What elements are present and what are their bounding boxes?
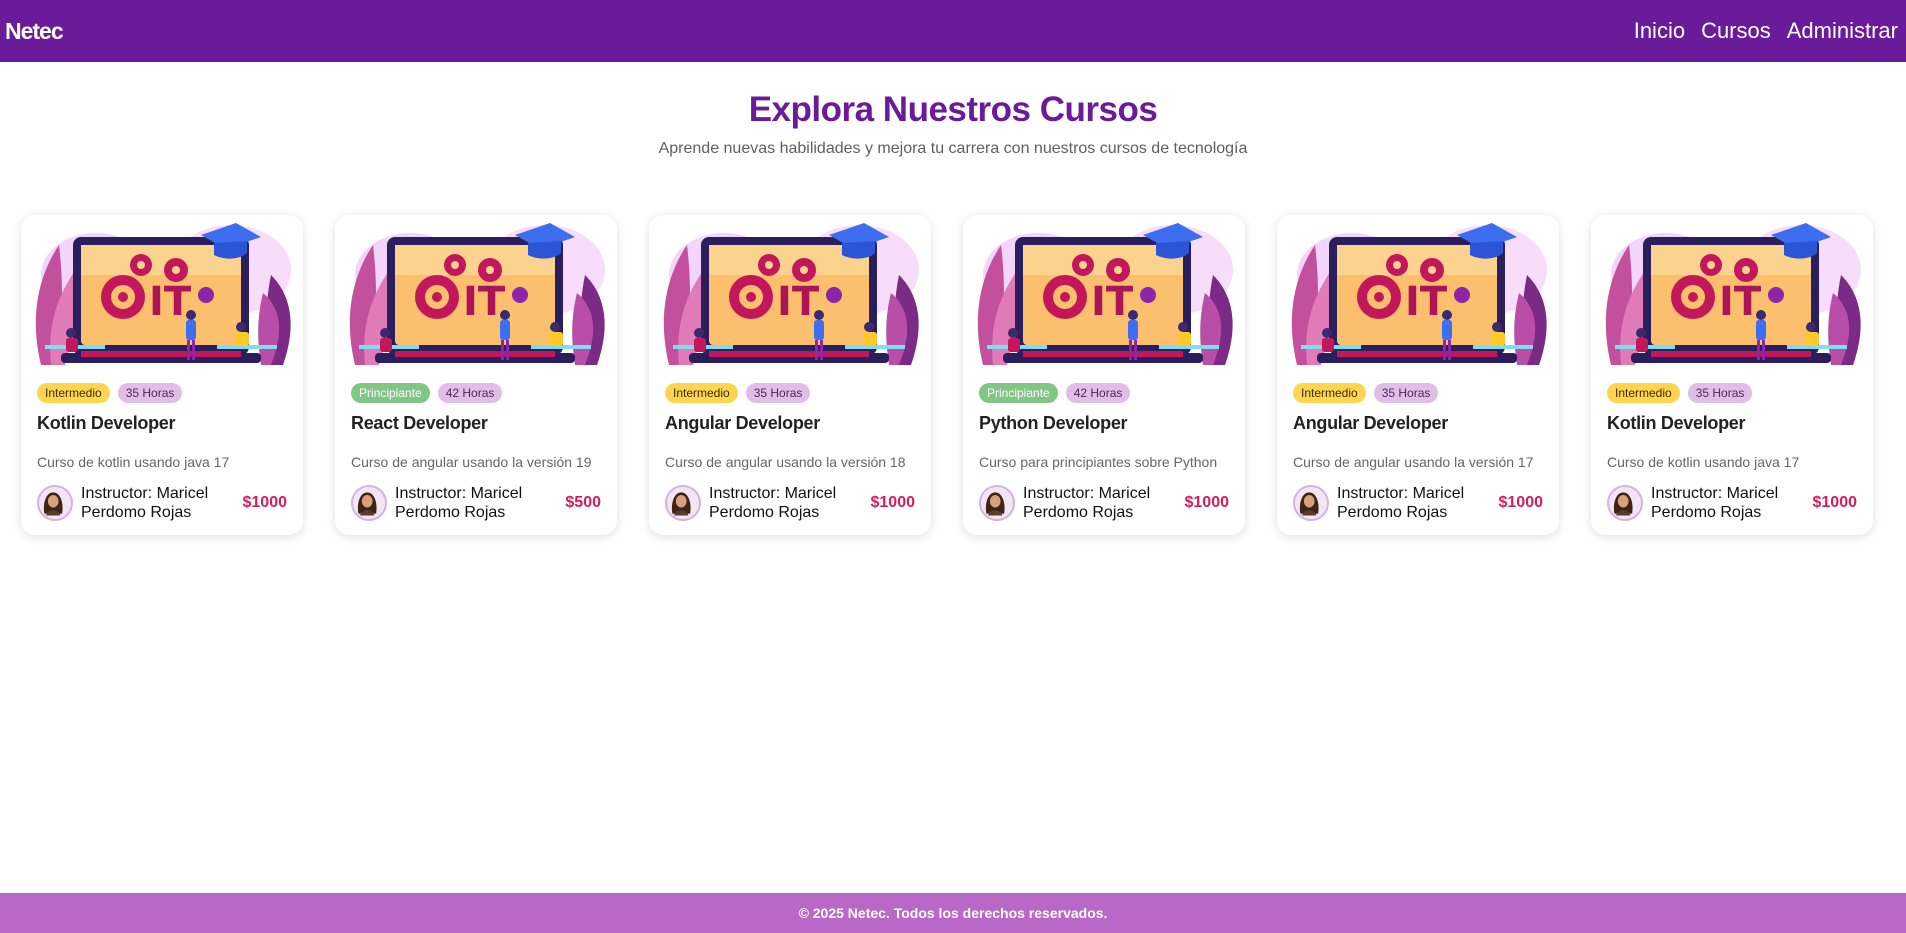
nav-link-inicio[interactable]: Inicio bbox=[1634, 18, 1685, 44]
nav-link-cursos[interactable]: Cursos bbox=[1701, 18, 1771, 44]
level-badge: Principiante bbox=[351, 383, 430, 403]
course-grid: IT Intermedio 35 Horas Kotlin Developer … bbox=[21, 215, 1891, 535]
course-card-5[interactable]: IT Intermedio 35 Horas Angular Developer… bbox=[1277, 215, 1559, 535]
course-footer: Instructor: Maricel Perdomo Rojas $1000 bbox=[1591, 484, 1873, 522]
it-text: IT bbox=[1719, 279, 1762, 325]
instructor-avatar bbox=[351, 485, 387, 521]
level-badge: Intermedio bbox=[37, 383, 110, 403]
level-badge: Intermedio bbox=[665, 383, 738, 403]
hero-section: Explora Nuestros Cursos Aprende nuevas h… bbox=[0, 90, 1906, 158]
it-text: IT bbox=[1091, 279, 1134, 325]
hours-badge: 35 Horas bbox=[745, 383, 811, 403]
instructor-name: Instructor: Maricel Perdomo Rojas bbox=[1023, 485, 1151, 521]
course-footer: Instructor: Maricel Perdomo Rojas $1000 bbox=[649, 484, 931, 522]
course-price: $1000 bbox=[1812, 494, 1858, 511]
instructor-name: Instructor: Maricel Perdomo Rojas bbox=[395, 485, 523, 521]
course-title[interactable]: Angular Developer bbox=[649, 413, 931, 434]
course-illustration: IT bbox=[663, 223, 919, 365]
hours-badge: 35 Horas bbox=[117, 383, 183, 403]
course-illustration: IT bbox=[977, 223, 1233, 365]
instructor-info: Instructor: Maricel Perdomo Rojas bbox=[979, 484, 1163, 522]
level-badge: Intermedio bbox=[1293, 383, 1366, 403]
hours-badge: 35 Horas bbox=[1373, 383, 1439, 403]
it-text: IT bbox=[149, 279, 192, 325]
course-price: $500 bbox=[565, 494, 601, 511]
course-description: Curso de kotlin usando java 17 bbox=[37, 454, 230, 470]
level-badge: Intermedio bbox=[1607, 383, 1680, 403]
course-description: Curso de angular usando la versión 19 bbox=[351, 454, 592, 470]
page-title: Explora Nuestros Cursos bbox=[748, 90, 1158, 129]
course-illustration: IT bbox=[35, 223, 291, 365]
footer-copyright: © 2025 Netec. Todos los derechos reserva… bbox=[798, 905, 1108, 921]
course-title[interactable]: Angular Developer bbox=[1277, 413, 1559, 434]
top-navbar: Netec Inicio Cursos Administrar bbox=[0, 0, 1906, 62]
it-text: IT bbox=[1405, 279, 1448, 325]
course-title[interactable]: Python Developer bbox=[963, 413, 1245, 434]
hours-badge: 42 Horas bbox=[1065, 383, 1131, 403]
instructor-info: Instructor: Maricel Perdomo Rojas bbox=[1607, 484, 1791, 522]
course-tags: Principiante 42 Horas bbox=[335, 383, 617, 403]
course-card-4[interactable]: IT Principiante 42 Horas Python Develope… bbox=[963, 215, 1245, 535]
course-title[interactable]: React Developer bbox=[335, 413, 617, 434]
course-card-6[interactable]: IT Intermedio 35 Horas Kotlin Developer … bbox=[1591, 215, 1873, 535]
it-text: IT bbox=[463, 279, 506, 325]
instructor-info: Instructor: Maricel Perdomo Rojas bbox=[665, 484, 849, 522]
page-footer: © 2025 Netec. Todos los derechos reserva… bbox=[0, 893, 1906, 933]
instructor-avatar bbox=[1293, 485, 1329, 521]
course-tags: Intermedio 35 Horas bbox=[21, 383, 303, 403]
course-footer: Instructor: Maricel Perdomo Rojas $1000 bbox=[1277, 484, 1559, 522]
hours-badge: 42 Horas bbox=[437, 383, 503, 403]
course-title[interactable]: Kotlin Developer bbox=[1591, 413, 1873, 434]
course-title[interactable]: Kotlin Developer bbox=[21, 413, 303, 434]
course-tags: Intermedio 35 Horas bbox=[1277, 383, 1559, 403]
course-description: Curso para principiantes sobre Python bbox=[979, 454, 1218, 470]
course-footer: Instructor: Maricel Perdomo Rojas $500 bbox=[335, 484, 617, 522]
course-price: $1000 bbox=[1498, 494, 1544, 511]
nav-links: Inicio Cursos Administrar bbox=[1634, 18, 1901, 44]
instructor-name: Instructor: Maricel Perdomo Rojas bbox=[81, 485, 209, 521]
course-card-3[interactable]: IT Intermedio 35 Horas Angular Developer… bbox=[649, 215, 931, 535]
course-description: Curso de angular usando la versión 18 bbox=[665, 454, 906, 470]
course-illustration: IT bbox=[1605, 223, 1861, 365]
brand-logo[interactable]: Netec bbox=[5, 18, 64, 45]
it-text: IT bbox=[777, 279, 820, 325]
page-subtitle: Aprende nuevas habilidades y mejora tu c… bbox=[658, 140, 1248, 157]
course-card-2[interactable]: IT Principiante 42 Horas React Developer… bbox=[335, 215, 617, 535]
course-footer: Instructor: Maricel Perdomo Rojas $1000 bbox=[963, 484, 1245, 522]
course-tags: Principiante 42 Horas bbox=[963, 383, 1245, 403]
instructor-avatar bbox=[979, 485, 1015, 521]
nav-link-administrar[interactable]: Administrar bbox=[1787, 18, 1898, 44]
course-description: Curso de kotlin usando java 17 bbox=[1607, 454, 1800, 470]
course-price: $1000 bbox=[242, 494, 288, 511]
instructor-name: Instructor: Maricel Perdomo Rojas bbox=[709, 485, 837, 521]
hours-badge: 35 Horas bbox=[1687, 383, 1753, 403]
instructor-avatar bbox=[37, 485, 73, 521]
course-illustration: IT bbox=[1291, 223, 1547, 365]
course-price: $1000 bbox=[870, 494, 916, 511]
instructor-avatar bbox=[665, 485, 701, 521]
course-tags: Intermedio 35 Horas bbox=[649, 383, 931, 403]
instructor-avatar bbox=[1607, 485, 1643, 521]
instructor-name: Instructor: Maricel Perdomo Rojas bbox=[1337, 485, 1465, 521]
course-price: $1000 bbox=[1184, 494, 1230, 511]
level-badge: Principiante bbox=[979, 383, 1058, 403]
instructor-info: Instructor: Maricel Perdomo Rojas bbox=[351, 484, 535, 522]
course-card-1[interactable]: IT Intermedio 35 Horas Kotlin Developer … bbox=[21, 215, 303, 535]
instructor-info: Instructor: Maricel Perdomo Rojas bbox=[37, 484, 221, 522]
course-tags: Intermedio 35 Horas bbox=[1591, 383, 1873, 403]
course-description: Curso de angular usando la versión 17 bbox=[1293, 454, 1534, 470]
instructor-name: Instructor: Maricel Perdomo Rojas bbox=[1651, 485, 1779, 521]
course-illustration: IT bbox=[349, 223, 605, 365]
course-footer: Instructor: Maricel Perdomo Rojas $1000 bbox=[21, 484, 303, 522]
instructor-info: Instructor: Maricel Perdomo Rojas bbox=[1293, 484, 1477, 522]
